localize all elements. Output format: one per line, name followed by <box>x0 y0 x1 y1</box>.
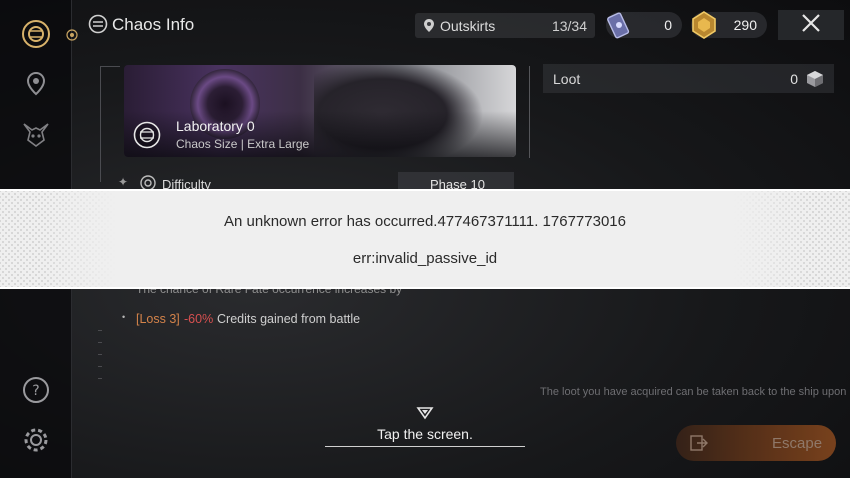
error-code: err:invalid_passive_id <box>352 250 498 267</box>
stage-name: Laboratory 0 <box>176 118 255 134</box>
location-indicator: Outskirts 13/34 <box>415 13 595 38</box>
currency-gold-value: 290 <box>733 17 757 33</box>
bullet-icon: • <box>122 312 126 322</box>
stage-emblem-icon <box>132 120 162 155</box>
close-icon <box>800 12 822 39</box>
exit-icon <box>690 435 708 456</box>
location-pin-icon <box>423 18 435 38</box>
map-pin-icon[interactable] <box>18 66 54 102</box>
error-dialog[interactable]: An unknown error has occurred.4774673711… <box>0 189 850 289</box>
loot-label: Loot <box>553 71 581 87</box>
page-title: Chaos Info <box>112 15 195 34</box>
location-name: Outskirts <box>440 18 496 34</box>
list-ticks <box>98 330 102 390</box>
gold-medal-icon <box>689 9 719 46</box>
chaos-title-icon <box>88 14 110 36</box>
loot-note: The loot you have acquired can be taken … <box>540 386 850 398</box>
error-message: An unknown error has occurred.4774673711… <box>224 213 626 230</box>
currency-crystal-value: 0 <box>664 17 672 33</box>
svg-text:?: ? <box>32 383 39 399</box>
currency-crystal[interactable]: 0 <box>606 12 682 39</box>
header-bar: Chaos Info Outskirts 13/34 0 290 <box>72 0 850 52</box>
sparkle-icon: ✦ <box>118 175 129 189</box>
divider <box>529 66 530 158</box>
location-progress: 13/34 <box>551 18 587 34</box>
settings-gear-icon[interactable] <box>18 422 54 458</box>
stage-subtitle: Chaos Size | Extra Large <box>176 137 310 151</box>
loot-value: 0 <box>790 71 798 87</box>
effect-loss-tag: [Loss 3] <box>136 312 180 326</box>
effect-percent: -60% <box>184 312 214 326</box>
currency-gold[interactable]: 290 <box>691 11 767 39</box>
tap-prompt[interactable]: Tap the screen. <box>325 426 525 442</box>
escape-button[interactable]: Escape <box>676 425 836 461</box>
effect-text: Credits gained from battle <box>217 312 361 326</box>
help-icon[interactable]: ? <box>18 372 54 408</box>
loot-panel[interactable]: Loot 0 <box>543 64 834 93</box>
loot-box-icon <box>806 70 824 93</box>
escape-label: Escape <box>772 435 823 452</box>
banner-frame <box>100 66 120 182</box>
game-screen[interactable]: ? Chaos Info Outskirts 13/34 0 290 Labor… <box>0 0 850 478</box>
chaos-emblem-icon[interactable] <box>18 16 54 52</box>
close-button[interactable] <box>778 10 844 40</box>
demon-skull-icon[interactable] <box>18 116 54 152</box>
stage-banner[interactable]: Laboratory 0 Chaos Size | Extra Large <box>124 65 516 157</box>
crystal-ticket-icon <box>604 9 634 46</box>
down-triangle-icon <box>416 406 434 425</box>
tap-underline <box>325 446 525 447</box>
